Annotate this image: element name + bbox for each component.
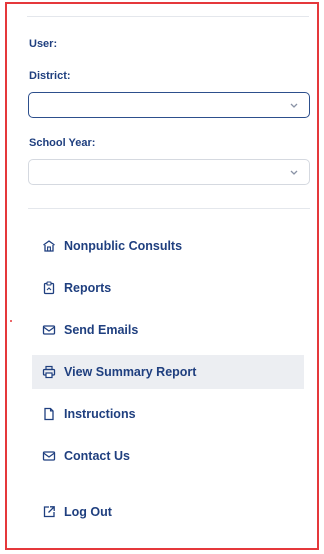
- nav-item-label: Reports: [64, 281, 112, 295]
- nav-item-reports[interactable]: Reports: [32, 271, 304, 305]
- logout-button[interactable]: Log Out: [32, 495, 304, 529]
- nav-item-send-emails[interactable]: Send Emails: [32, 313, 304, 347]
- nav-item-view-summary-report[interactable]: View Summary Report: [32, 355, 304, 389]
- nav-item-contact-us[interactable]: Contact Us: [32, 439, 304, 473]
- mail-icon: [42, 325, 56, 335]
- nav-item-label: Nonpublic Consults: [64, 239, 183, 253]
- sidebar-panel: User: District: School Year: Nonpublic C…: [5, 2, 319, 550]
- logout-label: Log Out: [64, 505, 112, 519]
- nav-item-label: Contact Us: [64, 449, 130, 463]
- top-divider: [27, 16, 309, 17]
- report-icon: [43, 281, 55, 295]
- document-icon: [44, 407, 54, 421]
- marker-dot: [10, 320, 12, 322]
- printer-icon: [42, 365, 56, 379]
- external-link-icon: [43, 506, 55, 518]
- user-label: User:: [29, 38, 58, 50]
- section-divider: [28, 208, 310, 209]
- chevron-down-icon: [290, 170, 298, 175]
- district-select[interactable]: [28, 92, 310, 118]
- school-icon: [43, 240, 55, 252]
- district-label: District:: [29, 70, 71, 82]
- nav-item-nonpublic-consults[interactable]: Nonpublic Consults: [32, 229, 304, 263]
- nav-item-label: View Summary Report: [64, 365, 197, 379]
- nav-item-label: Instructions: [64, 407, 136, 421]
- nav-item-label: Send Emails: [64, 323, 139, 337]
- mail-icon: [42, 451, 56, 461]
- school-year-label: School Year:: [29, 137, 96, 149]
- nav-item-instructions[interactable]: Instructions: [32, 397, 304, 431]
- school-year-select[interactable]: [28, 159, 310, 185]
- chevron-down-icon: [290, 103, 298, 108]
